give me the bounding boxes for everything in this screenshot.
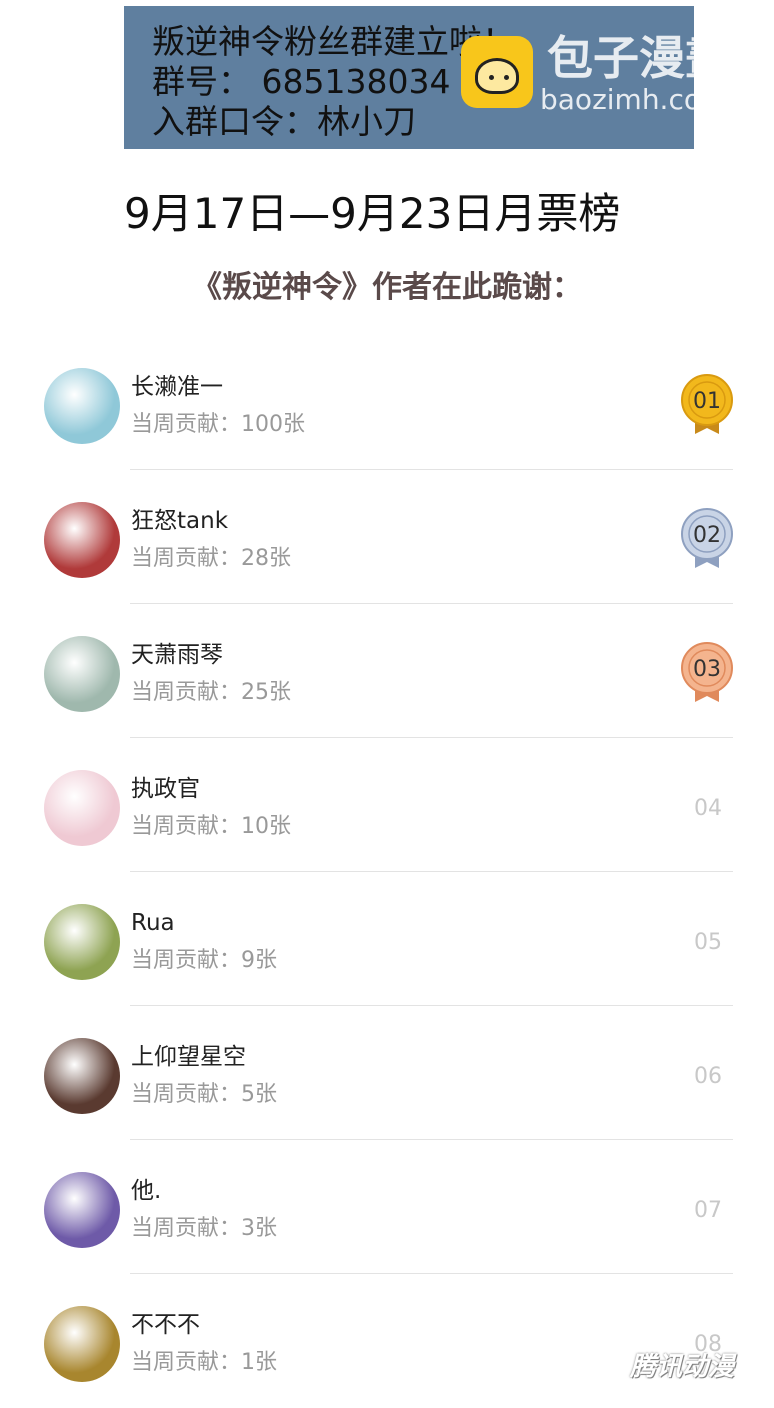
weekly-contribution: 当周贡献：1张 [131, 1350, 277, 1375]
weekly-contribution: 当周贡献：9张 [131, 948, 277, 973]
user-name: Rua [131, 910, 175, 936]
user-name: 长濑准一 [131, 374, 223, 400]
bun-eye-left [489, 75, 494, 80]
weekly-contribution: 当周贡献：100张 [131, 412, 305, 437]
weekly-contribution: 当周贡献：25张 [131, 680, 291, 705]
watermark-logo-cn: 包子漫畫 [547, 31, 731, 85]
page-subtitle: 《叛逆神令》作者在此跪谢： [192, 270, 582, 305]
silver-medal-icon: 02 [681, 508, 733, 568]
rank-number: 06 [694, 1064, 722, 1089]
avatar[interactable] [44, 368, 120, 444]
rank-number: 02 [693, 523, 721, 548]
list-item[interactable]: 长濑准一当周贡献：100张 01 [0, 336, 774, 470]
bun-shape [475, 58, 519, 94]
weekly-contribution: 当周贡献：3张 [131, 1216, 277, 1241]
list-item[interactable]: Rua 当周贡献：9张 05 [0, 872, 774, 1006]
watermark-logo-en: baozimh.com [540, 83, 729, 116]
avatar[interactable] [44, 636, 120, 712]
avatar[interactable] [44, 1038, 120, 1114]
list-item[interactable]: 执政官当周贡献：10张 04 [0, 738, 774, 872]
page-title: 9月17日—9月23日月票榜 [124, 189, 621, 238]
user-name: 上仰望星空 [131, 1044, 246, 1070]
baozi-logo-icon [461, 36, 533, 108]
user-name: 狂怒tank [131, 508, 229, 534]
rank-number: 03 [693, 657, 721, 682]
list-item[interactable]: 狂怒tank 当周贡献：28张 02 [0, 470, 774, 604]
ranking-list: 长濑准一 当周贡献：100张 01 狂怒tank 当周贡献：28张 02 天萧雨琴 当周贡献：… [0, 336, 774, 1408]
list-item[interactable]: 他. 当周贡献：3张 07 [0, 1140, 774, 1274]
rank-number: 05 [694, 930, 722, 955]
banner-line-3: 入群口令：林小刀 [152, 102, 416, 141]
rank-number: 07 [694, 1198, 722, 1223]
user-name: 天萧雨琴 [131, 642, 223, 668]
corner-watermark: 腾讯动漫 [630, 1352, 735, 1382]
user-name: 执政官 [131, 776, 200, 802]
banner-line-2: 群号： 685138034 [152, 62, 451, 101]
weekly-contribution: 当周贡献：28张 [131, 546, 291, 571]
gold-medal-icon: 01 [681, 374, 733, 434]
list-item[interactable]: 不不不 当周贡献：1张 08 [0, 1274, 774, 1408]
bronze-medal-icon: 03 [681, 642, 733, 702]
rank-number: 04 [694, 796, 722, 821]
user-name: 他. [131, 1178, 162, 1204]
avatar[interactable] [44, 904, 120, 980]
avatar[interactable] [44, 770, 120, 846]
rank-number: 01 [693, 389, 721, 414]
avatar[interactable] [44, 1172, 120, 1248]
list-item[interactable]: 上仰望星空当周贡献：5张 06 [0, 1006, 774, 1140]
avatar[interactable] [44, 1306, 120, 1382]
weekly-contribution: 当周贡献：5张 [131, 1082, 277, 1107]
list-item[interactable]: 天萧雨琴当周贡献：25张 03 [0, 604, 774, 738]
user-name: 不不不 [131, 1312, 200, 1338]
avatar[interactable] [44, 502, 120, 578]
weekly-contribution: 当周贡献：10张 [131, 814, 291, 839]
bun-eye-right [504, 75, 509, 80]
